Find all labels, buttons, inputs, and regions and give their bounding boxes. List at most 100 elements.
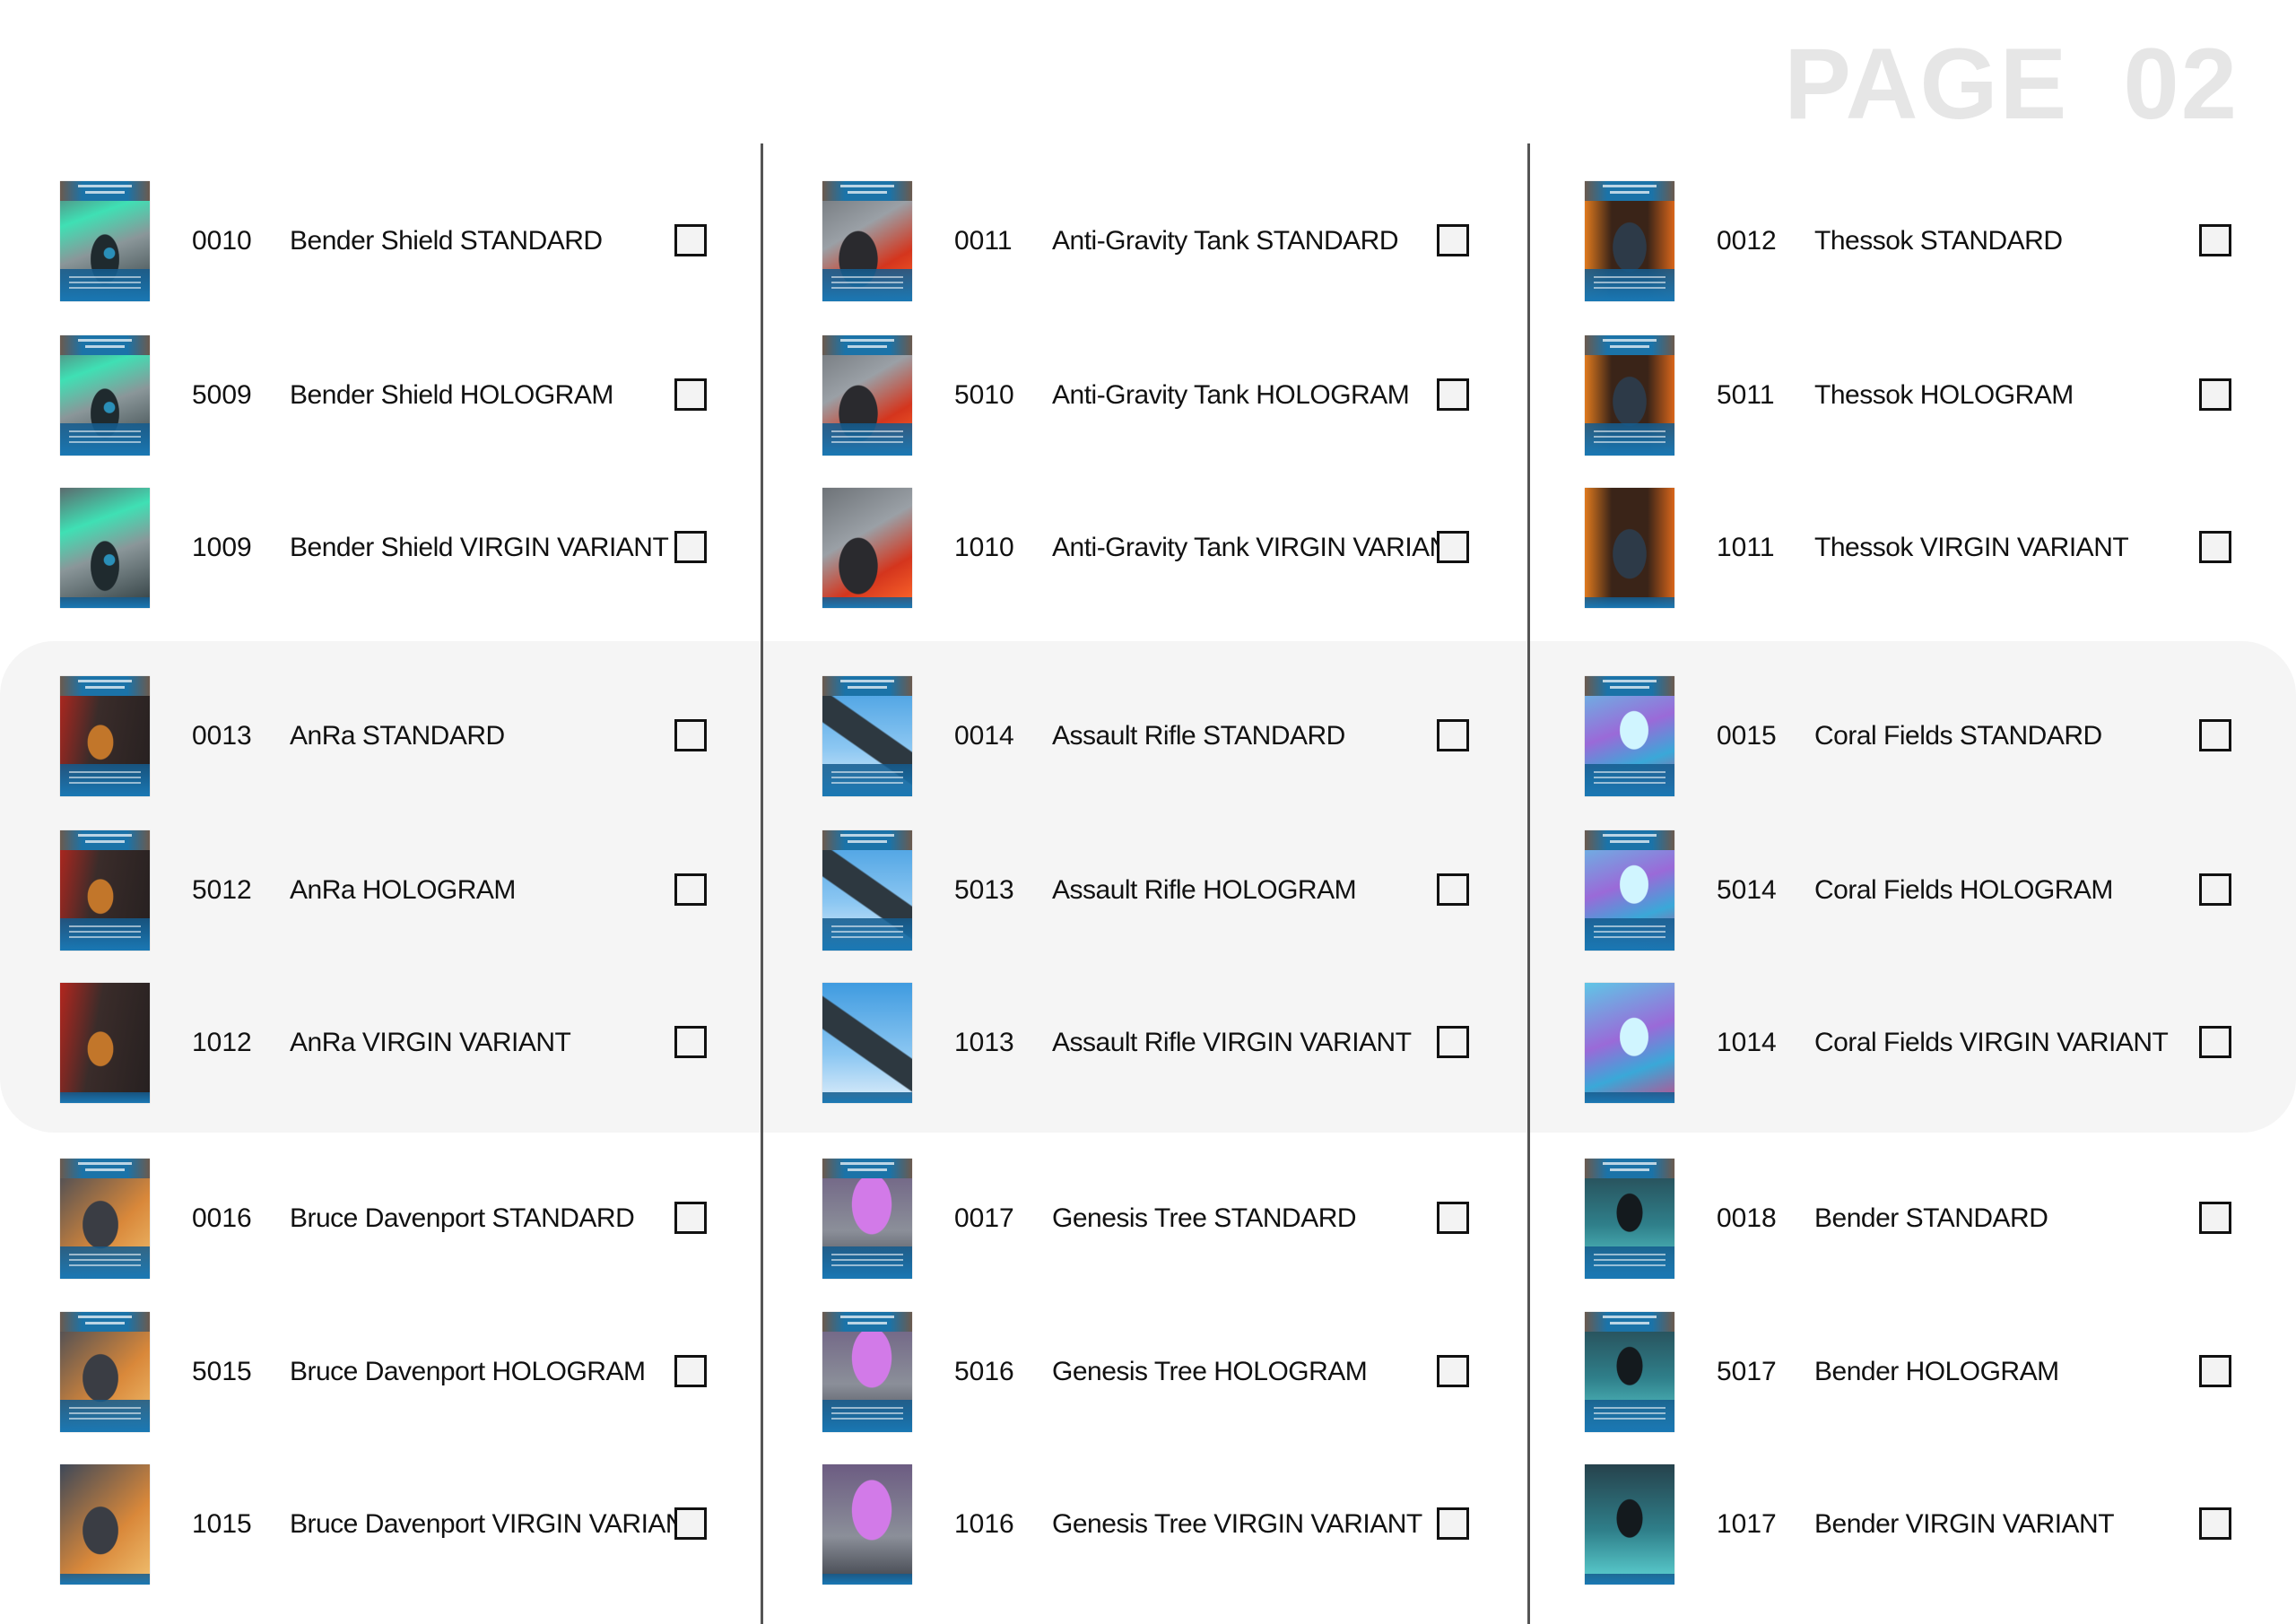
card-thumbnail xyxy=(60,488,150,608)
card-header xyxy=(60,1159,150,1178)
card-code: 5009 xyxy=(192,380,252,410)
checklist-row: 5011 Thessok HOLOGRAM xyxy=(1585,335,2296,457)
card-name: Genesis Tree STANDARD xyxy=(1052,1203,1357,1233)
card-name: Bender Shield HOLOGRAM xyxy=(290,380,613,410)
card-thumbnail xyxy=(60,1159,150,1279)
collected-checkbox[interactable] xyxy=(674,873,707,906)
collected-checkbox[interactable] xyxy=(1437,1507,1469,1540)
collected-checkbox[interactable] xyxy=(674,1355,707,1387)
card-name: Coral Fields STANDARD xyxy=(1814,721,2102,751)
card-code: 1009 xyxy=(192,533,252,562)
collected-checkbox[interactable] xyxy=(1437,531,1469,563)
collected-checkbox[interactable] xyxy=(1437,1202,1469,1234)
card-header xyxy=(1585,1159,1674,1178)
collected-checkbox[interactable] xyxy=(2199,873,2231,906)
card-header xyxy=(822,1312,912,1332)
checklist-row: 5017 Bender HOLOGRAM xyxy=(1585,1312,2296,1434)
checklist-row: 0017 Genesis Tree STANDARD xyxy=(822,1159,1585,1281)
card-footer xyxy=(822,423,912,456)
card-header xyxy=(60,181,150,201)
card-code: 1013 xyxy=(954,1028,1014,1057)
card-footer xyxy=(1585,1400,1674,1432)
collected-checkbox[interactable] xyxy=(1437,1355,1469,1387)
card-header xyxy=(822,181,912,201)
card-name: Bender Shield STANDARD xyxy=(290,226,603,256)
card-code: 0015 xyxy=(1717,721,1777,751)
card-thumbnail xyxy=(1585,1159,1674,1279)
card-code: 0018 xyxy=(1717,1203,1777,1233)
card-code: 1014 xyxy=(1717,1028,1777,1057)
card-thumbnail xyxy=(60,1464,150,1585)
card-code: 5013 xyxy=(954,875,1014,905)
collected-checkbox[interactable] xyxy=(1437,873,1469,906)
checklist-row: 1015 Bruce Davenport VIRGIN VARIANT xyxy=(60,1464,822,1586)
collected-checkbox[interactable] xyxy=(674,378,707,411)
card-thumbnail xyxy=(822,676,912,796)
card-code: 0012 xyxy=(1717,226,1777,256)
collected-checkbox[interactable] xyxy=(674,719,707,751)
card-footer xyxy=(60,1092,150,1103)
card-name: Anti-Gravity Tank VIRGIN VARIANT xyxy=(1052,533,1465,562)
collected-checkbox[interactable] xyxy=(2199,531,2231,563)
checklist-row: 1009 Bender Shield VIRGIN VARIANT xyxy=(60,488,822,610)
card-code: 1017 xyxy=(1717,1509,1777,1539)
card-footer xyxy=(60,269,150,301)
card-footer xyxy=(1585,1574,1674,1585)
card-name: Anti-Gravity Tank HOLOGRAM xyxy=(1052,380,1410,410)
card-thumbnail xyxy=(60,676,150,796)
card-thumbnail xyxy=(1585,1312,1674,1432)
checklist-row: 5013 Assault Rifle HOLOGRAM xyxy=(822,830,1585,952)
checklist-row: 1010 Anti-Gravity Tank VIRGIN VARIANT xyxy=(822,488,1585,610)
checklist-row: 1011 Thessok VIRGIN VARIANT xyxy=(1585,488,2296,610)
card-footer xyxy=(822,1574,912,1585)
card-footer xyxy=(822,1092,912,1103)
collected-checkbox[interactable] xyxy=(1437,719,1469,751)
collected-checkbox[interactable] xyxy=(2199,1355,2231,1387)
card-footer xyxy=(1585,423,1674,456)
card-footer xyxy=(60,1246,150,1279)
card-name: Thessok VIRGIN VARIANT xyxy=(1814,533,2129,562)
card-thumbnail xyxy=(60,830,150,951)
card-code: 5010 xyxy=(954,380,1014,410)
collected-checkbox[interactable] xyxy=(674,1507,707,1540)
card-code: 1010 xyxy=(954,533,1014,562)
card-header xyxy=(822,830,912,850)
card-header xyxy=(60,1312,150,1332)
checklist-row: 1016 Genesis Tree VIRGIN VARIANT xyxy=(822,1464,1585,1586)
collected-checkbox[interactable] xyxy=(1437,1026,1469,1058)
collected-checkbox[interactable] xyxy=(1437,224,1469,256)
collected-checkbox[interactable] xyxy=(2199,1202,2231,1234)
card-footer xyxy=(822,597,912,608)
collected-checkbox[interactable] xyxy=(1437,378,1469,411)
collected-checkbox[interactable] xyxy=(2199,1026,2231,1058)
card-footer xyxy=(822,918,912,951)
card-footer xyxy=(60,1400,150,1432)
card-footer xyxy=(1585,597,1674,608)
card-name: Genesis Tree VIRGIN VARIANT xyxy=(1052,1509,1422,1539)
card-footer xyxy=(822,764,912,796)
card-header xyxy=(1585,181,1674,201)
collected-checkbox[interactable] xyxy=(2199,224,2231,256)
collected-checkbox[interactable] xyxy=(2199,1507,2231,1540)
collected-checkbox[interactable] xyxy=(674,1202,707,1234)
card-header xyxy=(1585,830,1674,850)
card-footer xyxy=(1585,1092,1674,1103)
collected-checkbox[interactable] xyxy=(2199,719,2231,751)
card-thumbnail xyxy=(1585,676,1674,796)
card-code: 0010 xyxy=(192,226,252,256)
checklist-row: 1013 Assault Rifle VIRGIN VARIANT xyxy=(822,983,1585,1105)
card-footer xyxy=(822,1400,912,1432)
card-header xyxy=(822,676,912,696)
card-header xyxy=(822,1159,912,1178)
collected-checkbox[interactable] xyxy=(674,224,707,256)
card-name: Assault Rifle VIRGIN VARIANT xyxy=(1052,1028,1412,1057)
card-thumbnail xyxy=(1585,1464,1674,1585)
collected-checkbox[interactable] xyxy=(674,1026,707,1058)
checklist-row: 1012 AnRa VIRGIN VARIANT xyxy=(60,983,822,1105)
card-code: 0013 xyxy=(192,721,252,751)
card-thumbnail xyxy=(822,1464,912,1585)
collected-checkbox[interactable] xyxy=(674,531,707,563)
collected-checkbox[interactable] xyxy=(2199,378,2231,411)
card-thumbnail xyxy=(822,488,912,608)
checklist-row: 0013 AnRa STANDARD xyxy=(60,676,822,798)
